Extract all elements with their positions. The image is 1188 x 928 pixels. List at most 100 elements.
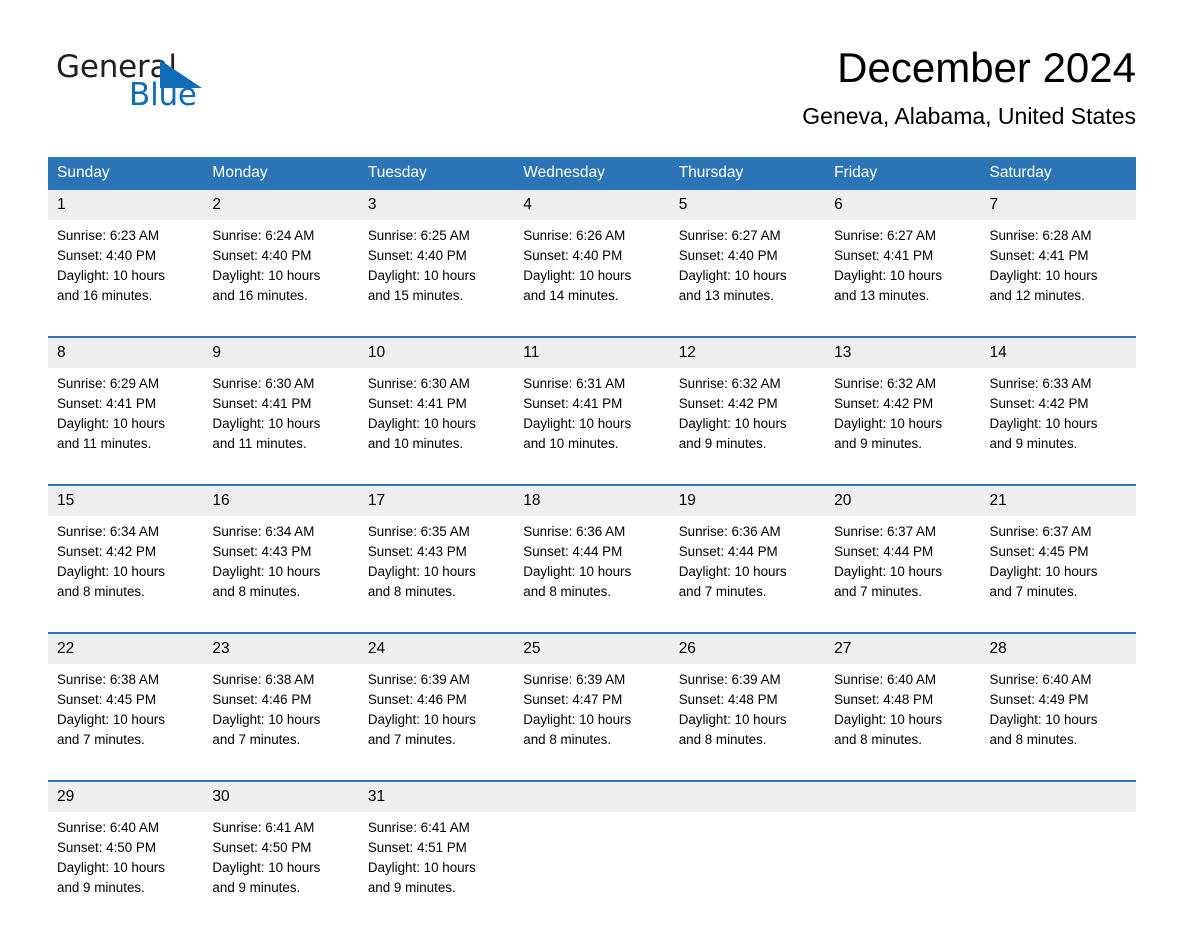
- daylight-text-line1: Daylight: 10 hours: [989, 268, 1098, 283]
- daylight-text-line2: and 8 minutes.: [523, 732, 612, 747]
- weekday-header-thursday: Thursday: [669, 157, 826, 190]
- day-cell[interactable]: Sunrise: 6:32 AM Sunset: 4:42 PM Dayligh…: [825, 368, 981, 485]
- day-cell[interactable]: Sunrise: 6:39 AM Sunset: 4:48 PM Dayligh…: [669, 664, 826, 781]
- day-number[interactable]: 15: [48, 484, 204, 516]
- day-cell[interactable]: Sunrise: 6:30 AM Sunset: 4:41 PM Dayligh…: [358, 368, 515, 485]
- daylight-text-line1: Daylight: 10 hours: [212, 268, 321, 283]
- sunrise-text: Sunrise: 6:31 AM: [523, 376, 626, 391]
- day-cell[interactable]: Sunrise: 6:32 AM Sunset: 4:42 PM Dayligh…: [669, 368, 826, 485]
- day-number[interactable]: 16: [203, 484, 359, 516]
- day-number[interactable]: 26: [669, 632, 826, 664]
- daylight-text-line2: and 9 minutes.: [989, 436, 1078, 451]
- day-number[interactable]: 22: [48, 632, 204, 664]
- day-cell[interactable]: Sunrise: 6:36 AM Sunset: 4:44 PM Dayligh…: [669, 516, 826, 633]
- day-cell[interactable]: Sunrise: 6:27 AM Sunset: 4:41 PM Dayligh…: [825, 220, 981, 337]
- day-number[interactable]: 14: [980, 336, 1136, 368]
- day-number[interactable]: 3: [358, 190, 515, 220]
- daylight-text-line2: and 12 minutes.: [989, 288, 1085, 303]
- day-number[interactable]: 10: [358, 336, 515, 368]
- day-cell[interactable]: Sunrise: 6:26 AM Sunset: 4:40 PM Dayligh…: [514, 220, 670, 337]
- day-cell[interactable]: Sunrise: 6:38 AM Sunset: 4:46 PM Dayligh…: [203, 664, 359, 781]
- day-cell[interactable]: Sunrise: 6:34 AM Sunset: 4:42 PM Dayligh…: [48, 516, 204, 633]
- daylight-text-line2: and 7 minutes.: [678, 584, 767, 599]
- day-number[interactable]: 2: [203, 190, 359, 220]
- daylight-text-line1: Daylight: 10 hours: [57, 564, 165, 579]
- day-number[interactable]: 17: [358, 484, 515, 516]
- daylight-text-line1: Daylight: 10 hours: [57, 268, 165, 283]
- day-cell[interactable]: Sunrise: 6:40 AM Sunset: 4:49 PM Dayligh…: [980, 664, 1136, 781]
- general-blue-logo[interactable]: General Blue: [56, 50, 316, 120]
- day-number[interactable]: 12: [669, 336, 826, 368]
- day-cell[interactable]: Sunrise: 6:24 AM Sunset: 4:40 PM Dayligh…: [203, 220, 359, 337]
- sunset-text: Sunset: 4:41 PM: [57, 396, 156, 411]
- day-number[interactable]: 7: [980, 190, 1136, 220]
- day-number[interactable]: 25: [514, 632, 670, 664]
- sunset-text: Sunset: 4:42 PM: [57, 544, 156, 559]
- day-cell[interactable]: Sunrise: 6:40 AM Sunset: 4:48 PM Dayligh…: [825, 664, 981, 781]
- day-cell[interactable]: Sunrise: 6:40 AM Sunset: 4:50 PM Dayligh…: [48, 812, 204, 928]
- sunset-text: Sunset: 4:40 PM: [212, 248, 312, 263]
- sunset-text: Sunset: 4:41 PM: [367, 396, 467, 411]
- daylight-text-line2: and 9 minutes.: [834, 436, 922, 451]
- day-number[interactable]: 19: [669, 484, 826, 516]
- sunrise-text: Sunrise: 6:27 AM: [678, 228, 781, 243]
- day-cell[interactable]: Sunrise: 6:23 AM Sunset: 4:40 PM Dayligh…: [48, 220, 204, 337]
- day-number[interactable]: 29: [48, 780, 204, 812]
- day-cell[interactable]: Sunrise: 6:41 AM Sunset: 4:50 PM Dayligh…: [203, 812, 359, 928]
- day-cell[interactable]: Sunrise: 6:35 AM Sunset: 4:43 PM Dayligh…: [358, 516, 515, 633]
- day-cell[interactable]: Sunrise: 6:28 AM Sunset: 4:41 PM Dayligh…: [980, 220, 1136, 337]
- day-cell[interactable]: Sunrise: 6:27 AM Sunset: 4:40 PM Dayligh…: [669, 220, 826, 337]
- day-cell[interactable]: Sunrise: 6:39 AM Sunset: 4:47 PM Dayligh…: [514, 664, 670, 781]
- day-number[interactable]: 20: [825, 484, 981, 516]
- day-cell[interactable]: Sunrise: 6:39 AM Sunset: 4:46 PM Dayligh…: [358, 664, 515, 781]
- day-cell[interactable]: Sunrise: 6:37 AM Sunset: 4:45 PM Dayligh…: [980, 516, 1136, 633]
- day-cell[interactable]: Sunrise: 6:25 AM Sunset: 4:40 PM Dayligh…: [358, 220, 515, 337]
- day-number[interactable]: 1: [48, 190, 204, 220]
- day-number[interactable]: 27: [825, 632, 981, 664]
- day-number[interactable]: 11: [514, 336, 670, 368]
- daylight-text-line2: and 7 minutes.: [989, 584, 1078, 599]
- sunset-text: Sunset: 4:42 PM: [834, 396, 934, 411]
- daylight-text-line2: and 9 minutes.: [212, 880, 301, 895]
- day-cell[interactable]: Sunrise: 6:34 AM Sunset: 4:43 PM Dayligh…: [203, 516, 359, 633]
- day-cell[interactable]: Sunrise: 6:37 AM Sunset: 4:44 PM Dayligh…: [825, 516, 981, 633]
- daylight-text-line1: Daylight: 10 hours: [834, 416, 943, 431]
- sunset-text: Sunset: 4:49 PM: [989, 692, 1089, 707]
- day-number-empty: [825, 780, 981, 812]
- sunset-text: Sunset: 4:41 PM: [989, 248, 1089, 263]
- day-cell[interactable]: Sunrise: 6:29 AM Sunset: 4:41 PM Dayligh…: [48, 368, 204, 485]
- day-cell[interactable]: Sunrise: 6:33 AM Sunset: 4:42 PM Dayligh…: [980, 368, 1136, 485]
- daylight-text-line1: Daylight: 10 hours: [212, 564, 321, 579]
- sunrise-text: Sunrise: 6:35 AM: [367, 524, 470, 539]
- daylight-text-line1: Daylight: 10 hours: [57, 712, 165, 727]
- day-number[interactable]: 6: [825, 190, 981, 220]
- day-number[interactable]: 28: [980, 632, 1136, 664]
- week-daynum-row: 8 9 10 11 12 13 14: [48, 336, 1136, 368]
- daylight-text-line2: and 8 minutes.: [367, 584, 456, 599]
- day-number[interactable]: 4: [514, 190, 670, 220]
- day-number[interactable]: 21: [980, 484, 1136, 516]
- day-number[interactable]: 24: [358, 632, 515, 664]
- day-number[interactable]: 31: [358, 780, 515, 812]
- daylight-text-line1: Daylight: 10 hours: [678, 712, 787, 727]
- day-cell[interactable]: Sunrise: 6:38 AM Sunset: 4:45 PM Dayligh…: [48, 664, 204, 781]
- sunset-text: Sunset: 4:44 PM: [834, 544, 934, 559]
- daylight-text-line2: and 7 minutes.: [367, 732, 456, 747]
- day-cell[interactable]: Sunrise: 6:31 AM Sunset: 4:41 PM Dayligh…: [514, 368, 670, 485]
- day-cell[interactable]: Sunrise: 6:30 AM Sunset: 4:41 PM Dayligh…: [203, 368, 359, 485]
- weekday-header-tuesday: Tuesday: [358, 157, 515, 190]
- sunrise-text: Sunrise: 6:41 AM: [367, 820, 470, 835]
- sunset-text: Sunset: 4:51 PM: [367, 840, 467, 855]
- sunset-text: Sunset: 4:40 PM: [523, 248, 623, 263]
- day-cell[interactable]: Sunrise: 6:41 AM Sunset: 4:51 PM Dayligh…: [358, 812, 515, 928]
- day-cell[interactable]: Sunrise: 6:36 AM Sunset: 4:44 PM Dayligh…: [514, 516, 670, 633]
- day-number[interactable]: 13: [825, 336, 981, 368]
- day-number[interactable]: 5: [669, 190, 826, 220]
- day-number[interactable]: 23: [203, 632, 359, 664]
- day-number[interactable]: 9: [203, 336, 359, 368]
- day-number[interactable]: 18: [514, 484, 670, 516]
- sunset-text: Sunset: 4:48 PM: [834, 692, 934, 707]
- sunrise-text: Sunrise: 6:24 AM: [212, 228, 315, 243]
- day-number[interactable]: 30: [203, 780, 359, 812]
- day-number[interactable]: 8: [48, 336, 204, 368]
